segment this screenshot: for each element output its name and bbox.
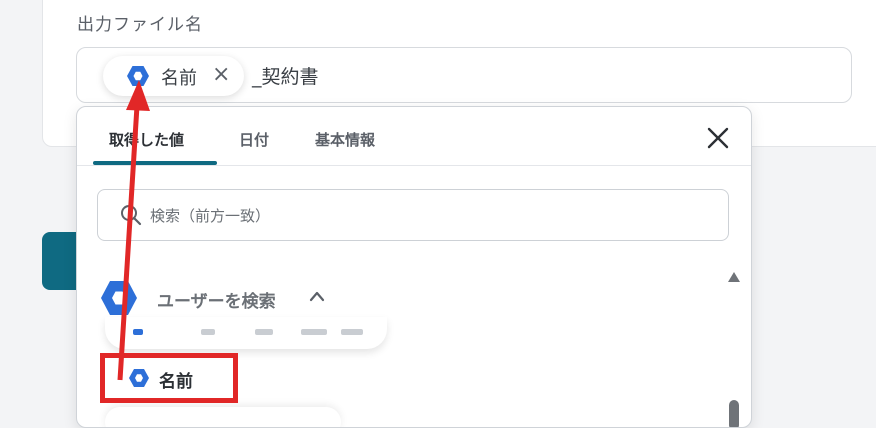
scroll-up-arrow-icon[interactable] bbox=[727, 271, 741, 283]
chip-remove-icon[interactable]: × bbox=[212, 63, 230, 87]
variable-chip[interactable]: 名前 × bbox=[103, 56, 244, 96]
close-icon[interactable] bbox=[705, 125, 731, 151]
search-input[interactable] bbox=[148, 202, 712, 230]
list-item[interactable] bbox=[105, 317, 387, 349]
partial-text bbox=[255, 329, 273, 335]
search-icon bbox=[121, 205, 142, 226]
partial-text bbox=[341, 329, 363, 335]
group-header-user-search[interactable]: ユーザーを検索 bbox=[101, 277, 361, 321]
list-item[interactable] bbox=[105, 407, 341, 427]
filename-suffix-text[interactable]: _契約書 bbox=[252, 62, 319, 89]
scrollbar-thumb[interactable] bbox=[729, 400, 739, 427]
group-label: ユーザーを検索 bbox=[157, 292, 276, 312]
partial-icon bbox=[133, 329, 143, 335]
tab-acquired-values[interactable]: 取得した値 bbox=[109, 129, 184, 150]
partial-text bbox=[301, 329, 327, 335]
google-workspace-icon bbox=[127, 66, 149, 86]
output-filename-label: 出力ファイル名 bbox=[77, 15, 203, 35]
highlight-annotation-box bbox=[100, 353, 238, 403]
tab-date[interactable]: 日付 bbox=[239, 129, 269, 150]
search-box[interactable] bbox=[97, 189, 729, 241]
tab-basic-info[interactable]: 基本情報 bbox=[315, 129, 375, 150]
chevron-up-icon[interactable] bbox=[309, 289, 325, 303]
google-workspace-icon bbox=[101, 281, 137, 315]
chip-label: 名前 bbox=[161, 68, 197, 89]
tab-divider bbox=[77, 165, 751, 166]
partial-text bbox=[201, 329, 215, 335]
